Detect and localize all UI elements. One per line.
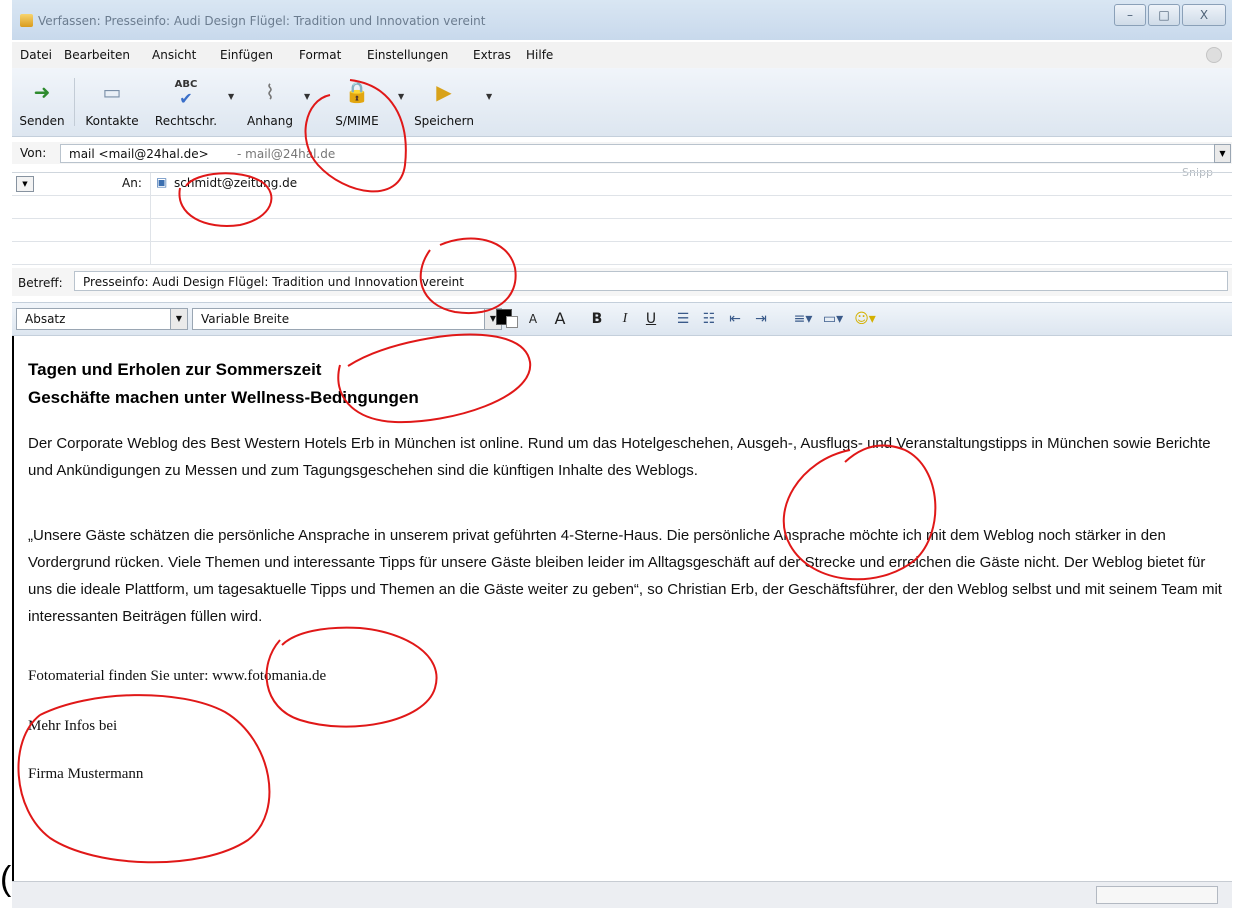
save-dropdown-icon[interactable]: ▼	[486, 92, 492, 101]
recipient-type: An:	[122, 176, 142, 190]
header-pane: Von: mail <mail@24hal.de> - mail@24hal.d…	[12, 138, 1232, 298]
smime-button[interactable]: 🔒 S/MIME	[322, 76, 392, 132]
subject-row: Betreff: Presseinfo: Audi Design Flügel:…	[12, 268, 1232, 296]
recipient-type-cell[interactable]	[12, 196, 151, 218]
recipient-type-cell[interactable]	[12, 219, 151, 241]
recipient-row[interactable]	[12, 242, 1232, 265]
company-line: Firma Mustermann	[28, 766, 144, 782]
menu-einfuegen[interactable]: Einfügen	[220, 48, 273, 62]
send-icon: ➜	[33, 80, 51, 104]
from-alt-address: - mail@24hal.de	[237, 147, 336, 161]
recipient-row[interactable]	[12, 196, 1232, 219]
compose-window: Verfassen: Presseinfo: Audi Design Flüge…	[12, 0, 1234, 908]
body-paragraph-2: „Unsere Gäste schätzen die persönliche A…	[28, 527, 1222, 625]
background-color-icon[interactable]	[506, 316, 518, 328]
maximize-button[interactable]: □	[1148, 4, 1180, 26]
from-label: Von:	[20, 146, 47, 160]
subject-label: Betreff:	[18, 276, 63, 290]
italic-button[interactable]: I	[618, 309, 632, 329]
from-dropdown-icon[interactable]: ▼	[1214, 144, 1231, 163]
smiley-icon[interactable]: ☺▾	[852, 309, 878, 329]
menu-datei[interactable]: Datei	[20, 48, 52, 62]
paragraph-style-select[interactable]: Absatz ▼	[16, 308, 188, 330]
subject-input[interactable]: Presseinfo: Audi Design Flügel: Traditio…	[74, 271, 1228, 291]
paperclip-icon: ⌇	[265, 80, 275, 104]
menu-extras[interactable]: Extras	[473, 48, 511, 62]
edge-glyph: (	[0, 860, 12, 898]
recipient-type-cell[interactable]	[12, 242, 151, 264]
menu-format[interactable]: Format	[299, 48, 341, 62]
address-book-icon: ▭	[102, 80, 122, 104]
status-bar	[12, 881, 1232, 908]
font-larger-button[interactable]: A	[552, 309, 568, 329]
app-icon	[20, 14, 33, 27]
spellcheck-icon: ABC ✔	[174, 79, 198, 108]
recipient-row[interactable]: ▼ An: ▣ schmidt@zeitung.de	[12, 173, 1232, 196]
minimize-button[interactable]: –	[1114, 4, 1146, 26]
menu-bearbeiten[interactable]: Bearbeiten	[64, 48, 130, 62]
bold-button[interactable]: B	[590, 309, 604, 329]
from-value: mail <mail@24hal.de>	[69, 147, 209, 161]
lock-icon: 🔒	[344, 80, 370, 104]
status-panel	[1096, 886, 1218, 904]
more-info-line: Mehr Infos bei	[28, 718, 118, 734]
contacts-button[interactable]: ▭ Kontakte	[80, 76, 144, 132]
body-heading-1: Tagen und Erholen zur Sommerszeit	[28, 360, 322, 379]
outdent-icon[interactable]: ⇤	[726, 309, 744, 329]
send-button[interactable]: ➜ Senden	[16, 76, 68, 132]
spellcheck-button[interactable]: ABC ✔ Rechtschr.	[148, 76, 224, 132]
compose-toolbar: ➜ Senden ▭ Kontakte ABC ✔ Rechtschr. ▼ ⌇ …	[12, 68, 1232, 137]
save-icon: ▶	[436, 80, 452, 104]
indent-icon[interactable]: ⇥	[752, 309, 770, 329]
toolbar-separator	[74, 78, 75, 126]
font-smaller-button[interactable]: A	[526, 309, 540, 329]
menu-bar: Datei Bearbeiten Ansicht Einfügen Format…	[12, 42, 1232, 69]
from-select[interactable]: mail <mail@24hal.de> - mail@24hal.de	[60, 144, 1216, 163]
align-icon[interactable]: ≡▾	[790, 309, 816, 329]
recipient-type-dropdown-icon[interactable]: ▼	[16, 176, 34, 192]
recipient-type-cell[interactable]: ▼ An:	[12, 173, 151, 195]
recipient-address[interactable]: schmidt@zeitung.de	[174, 176, 297, 190]
underline-button[interactable]: U	[644, 309, 658, 329]
body-heading-2: Geschäfte machen unter Wellness-Bedingun…	[28, 388, 419, 407]
body-paragraph-1: Der Corporate Weblog des Best Western Ho…	[28, 435, 1211, 479]
close-button[interactable]: X	[1182, 4, 1226, 26]
contact-card-icon: ▣	[156, 175, 168, 189]
attach-button[interactable]: ⌇ Anhang	[240, 76, 300, 132]
save-button[interactable]: ▶ Speichern	[408, 76, 480, 132]
photo-line: Fotomaterial finden Sie unter: www.fotom…	[28, 668, 327, 684]
font-select[interactable]: Variable Breite ▼	[192, 308, 502, 330]
numbered-list-icon[interactable]: ☷	[700, 309, 718, 329]
window-controls: – □ X	[1114, 4, 1226, 26]
bullet-list-icon[interactable]: ☰	[674, 309, 692, 329]
window-title: Verfassen: Presseinfo: Audi Design Flüge…	[38, 14, 486, 28]
menu-ansicht[interactable]: Ansicht	[152, 48, 196, 62]
attach-dropdown-icon[interactable]: ▼	[304, 92, 310, 101]
activity-indicator-icon	[1206, 47, 1222, 63]
smime-dropdown-icon[interactable]: ▼	[398, 92, 404, 101]
spellcheck-dropdown-icon[interactable]: ▼	[228, 92, 234, 101]
recipient-list: ▼ An: ▣ schmidt@zeitung.de	[12, 172, 1232, 265]
chevron-down-icon: ▼	[170, 309, 187, 329]
menu-einstellungen[interactable]: Einstellungen	[367, 48, 448, 62]
title-bar: Verfassen: Presseinfo: Audi Design Flüge…	[12, 0, 1232, 40]
message-body-editor[interactable]: Tagen und Erholen zur Sommerszeit Geschä…	[12, 336, 1234, 881]
recipient-row[interactable]	[12, 219, 1232, 242]
insert-image-icon[interactable]: ▭▾	[820, 309, 846, 329]
from-row: Von: mail <mail@24hal.de> - mail@24hal.d…	[12, 142, 1232, 164]
menu-hilfe[interactable]: Hilfe	[526, 48, 553, 62]
format-toolbar: Absatz ▼ Variable Breite ▼ A A B I U ☰ ☷…	[12, 302, 1232, 336]
